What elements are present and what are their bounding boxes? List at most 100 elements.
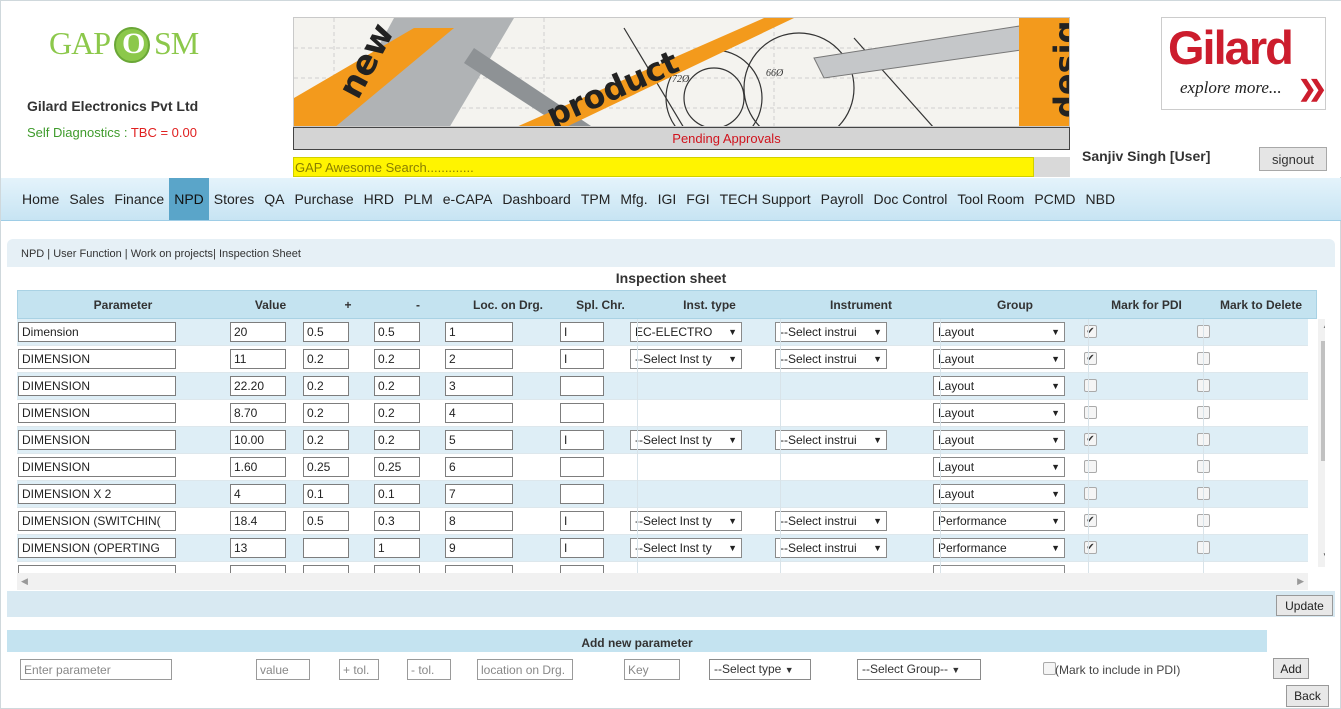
parameter-field[interactable]: DIMENSION — [18, 457, 176, 477]
location-field[interactable]: 1 — [445, 322, 513, 342]
value-field[interactable]: 8.70 — [230, 403, 286, 423]
location-field[interactable]: 2 — [445, 349, 513, 369]
mark-for-pdi-checkbox[interactable] — [1084, 406, 1097, 419]
instrument-select[interactable]: --Select instrui ▼ — [775, 430, 887, 450]
parameter-field[interactable]: DIMENSION (OPERTING — [18, 538, 176, 558]
location-field[interactable]: 3 — [445, 376, 513, 396]
location-field[interactable]: 6 — [445, 457, 513, 477]
location-field[interactable]: 4 — [445, 403, 513, 423]
location-field[interactable]: 7 — [445, 484, 513, 504]
inst-type-select[interactable]: --Select Inst ty ▼ — [630, 349, 742, 369]
group-select[interactable]: Layout ▼ — [933, 403, 1065, 423]
group-select[interactable]: Layout ▼ — [933, 430, 1065, 450]
spl-chr-field[interactable]: I — [560, 511, 604, 531]
parameter-field[interactable]: DIMENSION (SWITCHIN( — [18, 511, 176, 531]
minus-tol-field[interactable]: 0.25 — [374, 457, 420, 477]
nav-item-payroll[interactable]: Payroll — [816, 178, 869, 220]
plus-tol-field[interactable]: 0.25 — [303, 457, 349, 477]
mark-for-pdi-checkbox[interactable]: ✔ — [1084, 433, 1097, 446]
nav-item-qa[interactable]: QA — [259, 178, 289, 220]
parameter-field[interactable]: DIMENSION — [18, 349, 176, 369]
inst-type-select[interactable]: EC-ELECTRO ▼ — [630, 322, 742, 342]
nav-item-mfg[interactable]: Mfg. — [615, 178, 652, 220]
back-button[interactable]: Back — [1286, 685, 1329, 707]
value-field[interactable]: 22.20 — [230, 376, 286, 396]
minus-tol-field[interactable]: 0.3 — [374, 511, 420, 531]
scroll-down-icon[interactable]: ▼ — [1322, 551, 1325, 560]
nav-item-nbd[interactable]: NBD — [1081, 178, 1121, 220]
new-key-input[interactable] — [624, 659, 680, 680]
group-select[interactable]: Layout ▼ — [933, 376, 1065, 396]
minus-tol-field[interactable]: 0.2 — [374, 403, 420, 423]
plus-tol-field[interactable]: 0.2 — [303, 430, 349, 450]
spl-chr-field[interactable]: I — [560, 322, 604, 342]
value-field[interactable]: 10.00 — [230, 430, 286, 450]
mark-for-pdi-checkbox[interactable]: ✔ — [1084, 541, 1097, 554]
awesome-search-input[interactable] — [293, 157, 1034, 177]
nav-item-hrd[interactable]: HRD — [359, 178, 399, 220]
nav-item-e-capa[interactable]: e-CAPA — [438, 178, 498, 220]
new-location-input[interactable] — [477, 659, 573, 680]
parameter-field[interactable]: Dimension — [18, 322, 176, 342]
horizontal-scrollbar[interactable]: ◀ ▶ — [17, 573, 1308, 590]
minus-tol-field[interactable]: 0.2 — [374, 376, 420, 396]
instrument-select[interactable]: --Select instrui ▼ — [775, 322, 887, 342]
nav-item-doc-control[interactable]: Doc Control — [868, 178, 952, 220]
nav-item-fgi[interactable]: FGI — [681, 178, 714, 220]
scroll-right-icon[interactable]: ▶ — [1297, 576, 1304, 587]
nav-item-stores[interactable]: Stores — [209, 178, 259, 220]
plus-tol-field[interactable]: 0.5 — [303, 322, 349, 342]
scroll-left-icon[interactable]: ◀ — [21, 576, 28, 587]
mark-for-pdi-checkbox[interactable]: ✔ — [1084, 325, 1097, 338]
plus-tol-field[interactable] — [303, 538, 349, 558]
inst-type-select[interactable]: --Select Inst ty ▼ — [630, 538, 742, 558]
plus-tol-field[interactable]: 0.2 — [303, 349, 349, 369]
new-group-select[interactable]: --Select Group-- ▼ — [857, 659, 981, 680]
location-field[interactable]: 5 — [445, 430, 513, 450]
value-field[interactable]: 1.60 — [230, 457, 286, 477]
spl-chr-field[interactable]: I — [560, 430, 604, 450]
parameter-field[interactable]: DIMENSION X 2 — [18, 484, 176, 504]
nav-item-home[interactable]: Home — [17, 178, 64, 220]
plus-tol-field[interactable]: 0.2 — [303, 403, 349, 423]
nav-item-tool-room[interactable]: Tool Room — [952, 178, 1029, 220]
spl-chr-field[interactable]: I — [560, 538, 604, 558]
nav-item-finance[interactable]: Finance — [109, 178, 169, 220]
inst-type-select[interactable]: --Select Inst ty ▼ — [630, 430, 742, 450]
nav-item-pcmd[interactable]: PCMD — [1029, 178, 1080, 220]
signout-button[interactable]: signout — [1259, 147, 1327, 171]
minus-tol-field[interactable]: 0.1 — [374, 484, 420, 504]
pending-approvals-marquee[interactable]: Pending Approvals — [293, 127, 1070, 150]
nav-item-npd[interactable]: NPD — [169, 178, 209, 220]
nav-item-tpm[interactable]: TPM — [576, 178, 616, 220]
plus-tol-field[interactable]: 0.5 — [303, 511, 349, 531]
breadcrumb-work-on-projects[interactable]: Work on projects — [131, 248, 213, 260]
breadcrumb-npd[interactable]: NPD — [21, 248, 44, 260]
update-button[interactable]: Update — [1276, 595, 1333, 616]
inst-type-select[interactable]: --Select Inst ty ▼ — [630, 511, 742, 531]
new-parameter-input[interactable] — [20, 659, 172, 680]
spl-chr-field[interactable] — [560, 376, 604, 396]
value-field[interactable]: 4 — [230, 484, 286, 504]
instrument-select[interactable]: --Select instrui ▼ — [775, 349, 887, 369]
spl-chr-field[interactable]: I — [560, 349, 604, 369]
parameter-field[interactable]: DIMENSION — [18, 376, 176, 396]
location-field[interactable]: 9 — [445, 538, 513, 558]
parameter-field[interactable]: DIMENSION — [18, 403, 176, 423]
minus-tol-field[interactable]: 1 — [374, 538, 420, 558]
mark-for-pdi-checkbox[interactable] — [1084, 460, 1097, 473]
spl-chr-field[interactable] — [560, 484, 604, 504]
nav-item-plm[interactable]: PLM — [399, 178, 438, 220]
new-plus-tol-input[interactable] — [339, 659, 379, 680]
value-field[interactable]: 11 — [230, 349, 286, 369]
nav-item-tech-support[interactable]: TECH Support — [715, 178, 816, 220]
group-select[interactable]: Performance ▼ — [933, 538, 1065, 558]
search-button[interactable] — [1034, 157, 1070, 177]
group-select[interactable]: Layout ▼ — [933, 322, 1065, 342]
parameter-field[interactable]: DIMENSION — [18, 430, 176, 450]
mark-for-pdi-checkbox[interactable] — [1084, 487, 1097, 500]
new-type-select[interactable]: --Select type ▼ — [709, 659, 811, 680]
minus-tol-field[interactable]: 0.2 — [374, 430, 420, 450]
new-minus-tol-input[interactable] — [407, 659, 451, 680]
nav-item-sales[interactable]: Sales — [64, 178, 109, 220]
